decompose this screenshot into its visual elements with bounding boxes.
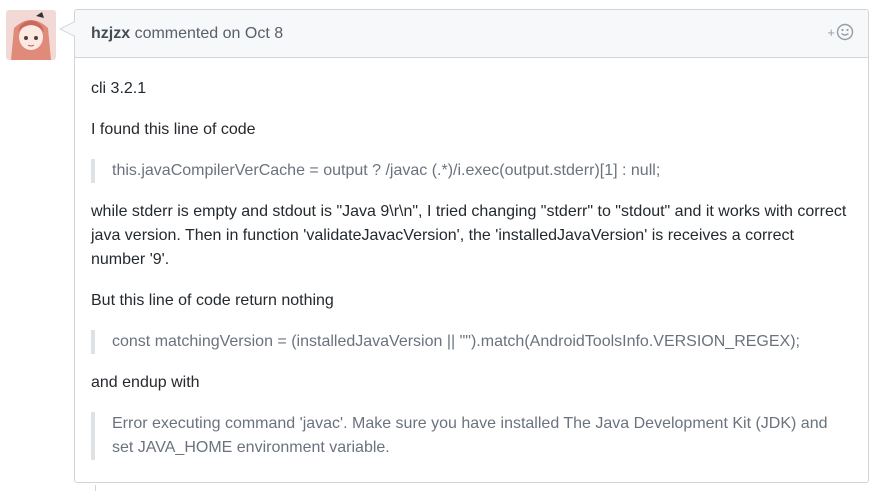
plus-icon: + bbox=[827, 24, 835, 40]
author-link[interactable]: hzjzx bbox=[91, 25, 130, 42]
body-paragraph: cli 3.2.1 bbox=[91, 80, 147, 97]
comment-date[interactable]: Oct 8 bbox=[245, 25, 283, 42]
avatar[interactable] bbox=[6, 10, 56, 60]
avatar-image bbox=[6, 10, 56, 60]
comment-box: hzjzx commented on Oct 8 + cli 3.2.1 I f… bbox=[59, 9, 869, 483]
body-paragraph: and endup with bbox=[91, 374, 200, 391]
body-paragraph: while stderr is empty and stdout is "Jav… bbox=[91, 203, 847, 268]
code-quote: const matchingVersion = (installedJavaVe… bbox=[91, 330, 852, 354]
comment-header-text: hzjzx commented on Oct 8 bbox=[91, 25, 283, 43]
body-paragraph: But this line of code return nothing bbox=[91, 292, 334, 309]
body-paragraph: I found this line of code bbox=[91, 121, 256, 138]
comment-header: hzjzx commented on Oct 8 + bbox=[75, 10, 868, 58]
comment-body: cli 3.2.1 I found this line of code this… bbox=[75, 77, 868, 460]
smiley-icon bbox=[836, 23, 854, 41]
error-quote: Error executing command 'javac'. Make su… bbox=[91, 412, 852, 460]
timeline-line bbox=[95, 485, 96, 491]
code-quote: this.javaCompilerVerCache = output ? /ja… bbox=[91, 159, 852, 183]
comment-arrow-fill bbox=[61, 22, 75, 36]
comment-action: commented on bbox=[134, 25, 241, 42]
add-reaction-button[interactable]: + bbox=[827, 23, 854, 41]
